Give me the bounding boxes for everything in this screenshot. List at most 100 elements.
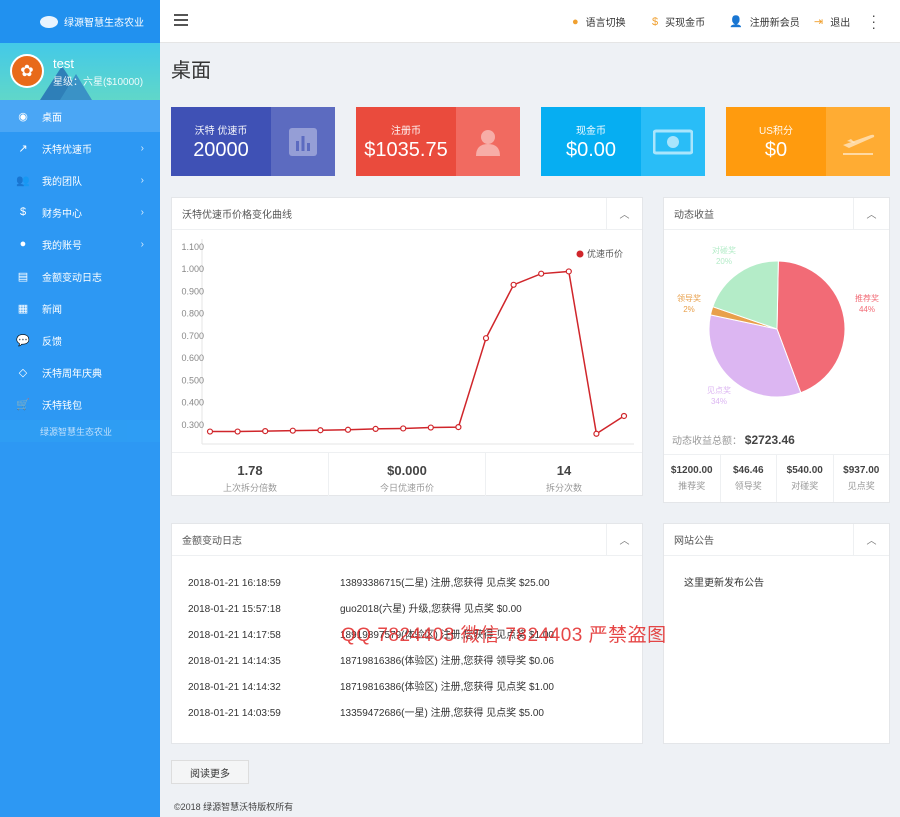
sidebar-item[interactable]: $ 财务中心 ›: [0, 196, 160, 228]
x-tick-label: 01.15: [558, 450, 581, 451]
sidebar-item[interactable]: ▦ 新闻: [0, 292, 160, 324]
pie-slice-percent: 44%: [859, 305, 875, 314]
stat-value: $540.00: [786, 465, 823, 476]
language-switch[interactable]: ● 语言切换: [572, 14, 626, 30]
x-tick-label: 09.01: [447, 450, 470, 451]
chevron-right-icon: ›: [140, 174, 144, 186]
stat-card-text: 注册币 $1035.75: [356, 107, 456, 176]
stat-value: 14: [556, 463, 572, 478]
watermark-text: QQ 7824403 微信 7824403 严禁盗图: [341, 625, 667, 646]
pie-slice-percent: 2%: [683, 305, 695, 314]
register-member-button[interactable]: 👤 注册新会员: [729, 14, 800, 29]
x-tick-label: 05.19: [364, 450, 387, 451]
register-member-label: 注册新会员: [749, 18, 800, 29]
chevron-right-icon: ›: [140, 142, 144, 154]
y-tick-label: 0.600: [181, 353, 204, 363]
income-panel: 动态收益 ︿ 推荐奖 44% 见点奖 34% 领导奖 2% 对碰奖 20% 动态收益总额： $…: [663, 197, 890, 503]
x-tick-label: 05.18: [337, 450, 360, 451]
price-stats-row: 1.78 上次拆分倍数 $0.000 今日优速币价 14 拆分次数: [172, 452, 642, 496]
log-text: 13359472686(一星) 注册,您获得 见点奖 $5.00: [340, 708, 544, 719]
stat-card[interactable]: 注册币 $1035.75: [356, 107, 520, 176]
income-total: 动态收益总额： $2723.46: [672, 432, 795, 447]
data-point: [372, 425, 379, 432]
price-chart-title: 沃特优速币价格变化曲线: [182, 210, 292, 221]
stat-card-label: US积分: [759, 125, 793, 137]
stat-caption: 上次拆分倍数: [222, 483, 277, 493]
data-point: [400, 425, 407, 432]
stat-card[interactable]: 沃特 优速币 20000: [171, 107, 335, 176]
log-time: 2018-01-21 14:14:32: [188, 682, 281, 693]
menu-toggle-icon[interactable]: [174, 14, 188, 26]
stat-cell: 1.78 上次拆分倍数: [172, 453, 329, 496]
sidebar-item[interactable]: 👥 我的团队 ›: [0, 164, 160, 196]
log-text: 18719816386(体验区) 注册,您获得 见点奖 $1.00: [340, 682, 554, 693]
stat-card-value: 20000: [193, 138, 249, 161]
ghost-brand-name: 绿源智慧生态农业: [40, 426, 113, 437]
stat-cell: $540.00 对碰奖: [777, 455, 834, 502]
users-icon: 👥: [16, 174, 30, 187]
log-time: 2018-01-21 14:17:58: [188, 630, 281, 641]
stat-value: $937.00: [843, 465, 880, 476]
data-point: [565, 268, 572, 275]
sidebar-item-label: 沃特周年庆典: [42, 368, 102, 380]
x-tick-label: 09.03: [502, 450, 525, 451]
collapse-chevron-icon[interactable]: ︿: [853, 198, 889, 229]
collapse-chevron-icon[interactable]: ︿: [853, 524, 889, 555]
y-tick-label: 0.500: [181, 375, 204, 385]
user-level: 星级：六星($10000): [53, 77, 144, 88]
stat-card-value: $1035.75: [364, 138, 448, 161]
collapse-chevron-icon[interactable]: ︿: [606, 524, 642, 555]
plane-icon: [826, 107, 890, 176]
logo-icon: [40, 15, 58, 28]
buy-cash-button[interactable]: $ 买现金币: [652, 14, 705, 30]
pie-slice-label: 领导奖: [677, 293, 701, 303]
dashboard-icon: ◉: [18, 110, 28, 123]
log-time: 2018-01-21 15:57:18: [188, 604, 281, 615]
x-tick-label: 01.21: [613, 450, 636, 451]
stat-value: 1.78: [237, 463, 263, 478]
y-tick-label: 1.000: [181, 264, 204, 274]
sidebar-item[interactable]: 🛒 沃特钱包: [0, 388, 160, 420]
logout-button[interactable]: ⇥ 退出: [814, 14, 850, 29]
stat-cell: 14 拆分次数: [486, 453, 642, 496]
stat-card-text: 沃特 优速币 20000: [171, 107, 271, 176]
sidebar-menu: ◉ 桌面 ↗ 沃特优速币 › 👥 我的团队 › $ 财务中心 › ● 我的账号 › ▤ 金额变动日志 ▦ 新闻 💬 反…: [0, 100, 160, 420]
sign-out-icon: ⇥: [814, 16, 824, 28]
sidebar-item[interactable]: ● 我的账号 ›: [0, 228, 160, 260]
brand-bar[interactable]: 绿源智慧生态农业: [0, 0, 160, 43]
avatar[interactable]: ✿: [10, 54, 44, 88]
log-row: 2018-01-21 14:03:59 13359472686(一星) 注册,您获…: [188, 704, 544, 719]
data-point: [234, 428, 241, 435]
sidebar-item[interactable]: ▤ 金额变动日志: [0, 260, 160, 292]
sidebar-item-label: 我的团队: [42, 176, 82, 188]
globe-icon: ●: [572, 15, 579, 28]
sidebar-item-label: 桌面: [42, 112, 62, 124]
log-time: 2018-01-21 14:14:35: [188, 656, 281, 667]
x-tick-label: 05.13: [199, 450, 222, 451]
news-icon: ▦: [17, 302, 29, 315]
sidebar-item-label: 沃特钱包: [42, 400, 82, 412]
sidebar-item[interactable]: 💬 反馈: [0, 324, 160, 356]
stat-card[interactable]: 现金币 $0.00: [541, 107, 705, 176]
series-line: [210, 270, 625, 436]
stat-card-text: 现金币 $0.00: [541, 107, 641, 176]
notice-text: 这里更新发布公告: [684, 578, 764, 589]
data-point: [620, 412, 628, 420]
sidebar-item[interactable]: ↗ 沃特优速币 ›: [0, 132, 160, 164]
sidebar-item[interactable]: ◇ 沃特周年庆典: [0, 356, 160, 388]
bar-chart-icon: [271, 107, 335, 176]
legend-label: 优速币价: [587, 248, 623, 259]
log-text: guo2018(六星) 升级,您获得 见点奖 $0.00: [340, 604, 522, 615]
top-bar: ● 语言切换 $ 买现金币 👤 注册新会员 ⇥ 退出 · · ·: [160, 0, 900, 43]
collapse-chevron-icon[interactable]: ︿: [606, 198, 642, 229]
read-more-button[interactable]: 阅读更多: [171, 760, 249, 784]
data-point: [455, 424, 462, 431]
log-text: 18719816386(体验区) 注册,您获得 领导奖 $0.06: [340, 656, 554, 667]
more-vertical-icon[interactable]: · · ·: [871, 8, 876, 34]
stat-caption: 对碰奖: [791, 481, 819, 491]
log-time: 2018-01-21 16:18:59: [188, 578, 281, 589]
sidebar-item[interactable]: ◉ 桌面: [0, 100, 160, 132]
sidebar-item-label: 反馈: [42, 336, 62, 348]
copyright: ©2018 绿源智慧沃特版权所有: [174, 802, 294, 812]
stat-card[interactable]: US积分 $0: [726, 107, 890, 176]
